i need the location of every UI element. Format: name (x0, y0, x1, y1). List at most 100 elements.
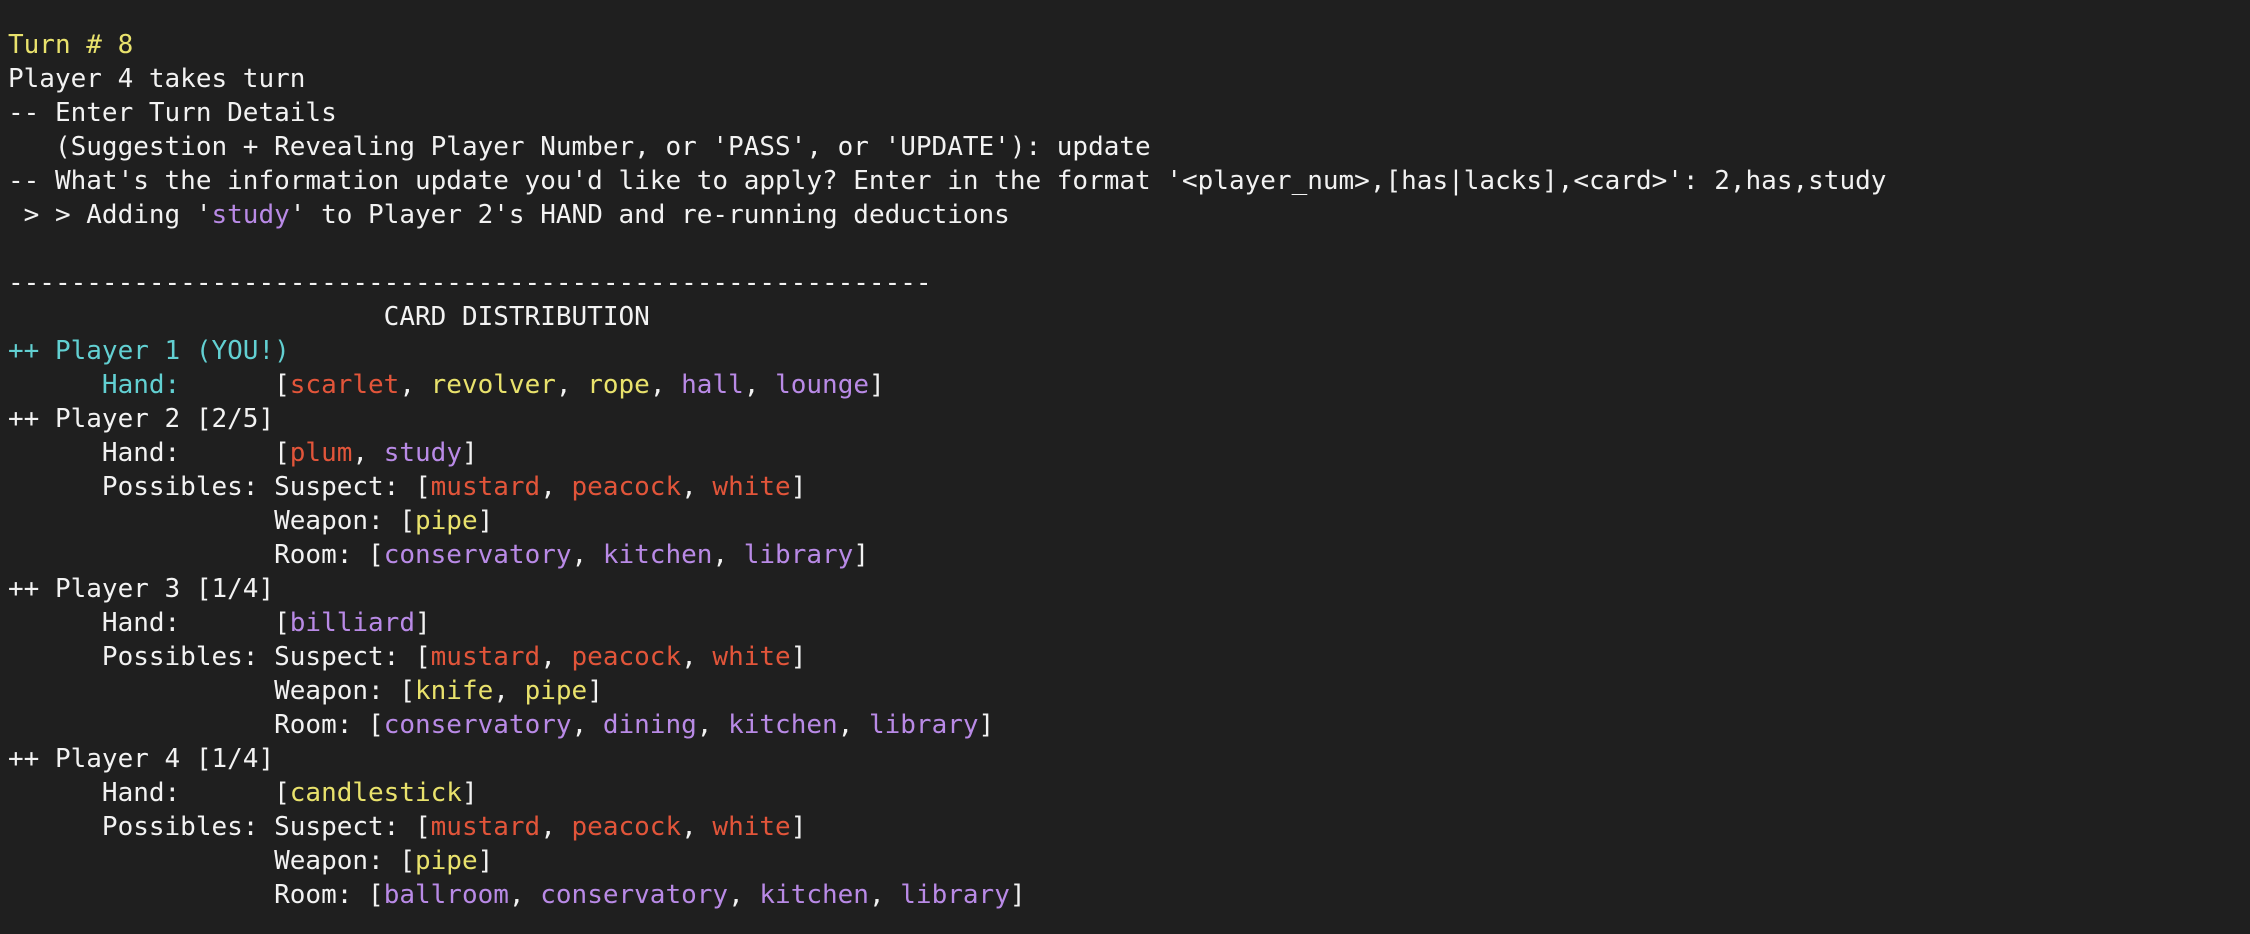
text-segment: ++ Player 4 [1/4] (8, 744, 275, 774)
text-segment: [ (274, 370, 290, 400)
separator-line: ----------------------------------------… (8, 266, 2250, 300)
text-segment: library (900, 880, 1010, 910)
text-segment: lounge (775, 370, 869, 400)
text-segment: -- What's the information update you'd l… (8, 166, 1887, 196)
text-segment: , (681, 642, 713, 672)
enter-details-line: -- Enter Turn Details (8, 96, 2250, 130)
text-segment: conservatory (383, 540, 572, 570)
text-segment: pipe (415, 506, 478, 536)
text-segment: peacock (571, 642, 682, 672)
text-segment: ++ Player 1 (YOU!) (8, 336, 290, 366)
text-segment: Weapon: [ (8, 676, 415, 706)
turn-line: Turn # 8 (8, 28, 2250, 62)
text-segment: , (540, 642, 572, 672)
text-segment: Player 4 takes turn (8, 64, 306, 94)
text-segment: revolver (430, 370, 556, 400)
player4-suspects: Possibles: Suspect: [mustard, peacock, w… (8, 810, 2250, 844)
update-prompt-line: -- What's the information update you'd l… (8, 164, 2250, 198)
suggestion-prompt-line: (Suggestion + Revealing Player Number, o… (8, 130, 2250, 164)
player2-header: ++ Player 2 [2/5] (8, 402, 2250, 436)
text-segment: , (571, 540, 603, 570)
text-segment: ] (415, 608, 431, 638)
text-segment: ----------------------------------------… (8, 268, 932, 298)
text-segment: Weapon: [ (8, 506, 415, 536)
text-segment: -- Enter Turn Details (8, 98, 337, 128)
text-segment: ] (978, 710, 995, 740)
adding-line: > > Adding 'study' to Player 2's HAND an… (8, 198, 2250, 232)
text-segment: ++ Player 2 [2/5] (8, 404, 275, 434)
text-segment: , (540, 812, 572, 842)
text-segment: , (712, 540, 744, 570)
text-segment: Possibles: Suspect: [ (8, 642, 431, 672)
player4-header: ++ Player 4 [1/4] (8, 742, 2250, 776)
text-segment: Room: [ (8, 880, 384, 910)
text-segment: mustard (430, 812, 541, 842)
text-segment: kitchen (759, 880, 869, 910)
text-segment: pipe (524, 676, 588, 706)
text-segment: , (399, 370, 431, 400)
text-segment: ballroom (383, 880, 509, 910)
text-segment: Hand: [ (8, 778, 290, 808)
player3-hand: Hand: [billiard] (8, 606, 2250, 640)
text-segment: ] (790, 812, 807, 842)
text-segment: , (837, 710, 869, 740)
text-segment: plum (289, 438, 353, 468)
player3-header: ++ Player 3 [1/4] (8, 572, 2250, 606)
text-segment: ' to Player 2's HAND and re-running dedu… (289, 200, 1010, 230)
text-segment: , (649, 370, 682, 400)
text-segment: , (681, 812, 713, 842)
text-segment: hall (681, 370, 744, 400)
text-segment: Weapon: [ (8, 846, 415, 876)
player2-hand: Hand: [plum, study] (8, 436, 2250, 470)
text-segment: peacock (571, 812, 682, 842)
player4-weapons: Weapon: [pipe] (8, 844, 2250, 878)
text-segment: Possibles: Suspect: [ (8, 472, 431, 502)
text-segment: Possibles: Suspect: [ (8, 812, 431, 842)
text-segment: ] (869, 370, 885, 400)
text-segment: , (743, 370, 776, 400)
text-segment: , (555, 370, 588, 400)
text-segment: scarlet (289, 370, 400, 400)
text-segment: white (712, 472, 791, 502)
player2-rooms: Room: [conservatory, kitchen, library] (8, 538, 2250, 572)
text-segment: ] (477, 506, 494, 536)
text-segment: conservatory (540, 880, 729, 910)
text-segment: library (868, 710, 979, 740)
text-segment: kitchen (728, 710, 838, 740)
text-segment: candlestick (289, 778, 462, 808)
text-segment: , (493, 676, 525, 706)
text-segment: Room: [ (8, 540, 384, 570)
text-segment: ] (477, 846, 494, 876)
text-segment: Room: [ (8, 710, 384, 740)
text-segment: conservatory (383, 710, 572, 740)
player3-suspects: Possibles: Suspect: [mustard, peacock, w… (8, 640, 2250, 674)
text-segment: peacock (571, 472, 682, 502)
text-segment: ] (853, 540, 869, 570)
player4-hand: Hand: [candlestick] (8, 776, 2250, 810)
text-segment: study (383, 438, 462, 468)
text-segment: (Suggestion + Revealing Player Number, o… (8, 132, 1151, 162)
player2-weapons: Weapon: [pipe] (8, 504, 2250, 538)
text-segment: ] (461, 778, 478, 808)
text-segment: , (508, 880, 541, 910)
text-segment: rope (587, 370, 650, 400)
text-segment: kitchen (602, 540, 713, 570)
text-segment: , (868, 880, 901, 910)
text-segment: mustard (430, 642, 541, 672)
text-segment: Hand: [ (8, 608, 290, 638)
text-segment: , (681, 472, 713, 502)
text-segment: , (540, 472, 572, 502)
text-segment: ] (1009, 880, 1026, 910)
text-segment: white (712, 642, 791, 672)
text-segment: Hand: (8, 370, 275, 400)
text-segment: ] (461, 438, 478, 468)
text-segment: library (743, 540, 854, 570)
text-segment: ] (790, 642, 807, 672)
text-segment: pipe (415, 846, 478, 876)
player-turn-line: Player 4 takes turn (8, 62, 2250, 96)
terminal-output[interactable]: Turn # 8 Player 4 takes turn -- Enter Turn… (0, 0, 2250, 934)
text-segment: ] (790, 472, 807, 502)
text-segment: study (211, 200, 290, 230)
text-segment: , (352, 438, 384, 468)
